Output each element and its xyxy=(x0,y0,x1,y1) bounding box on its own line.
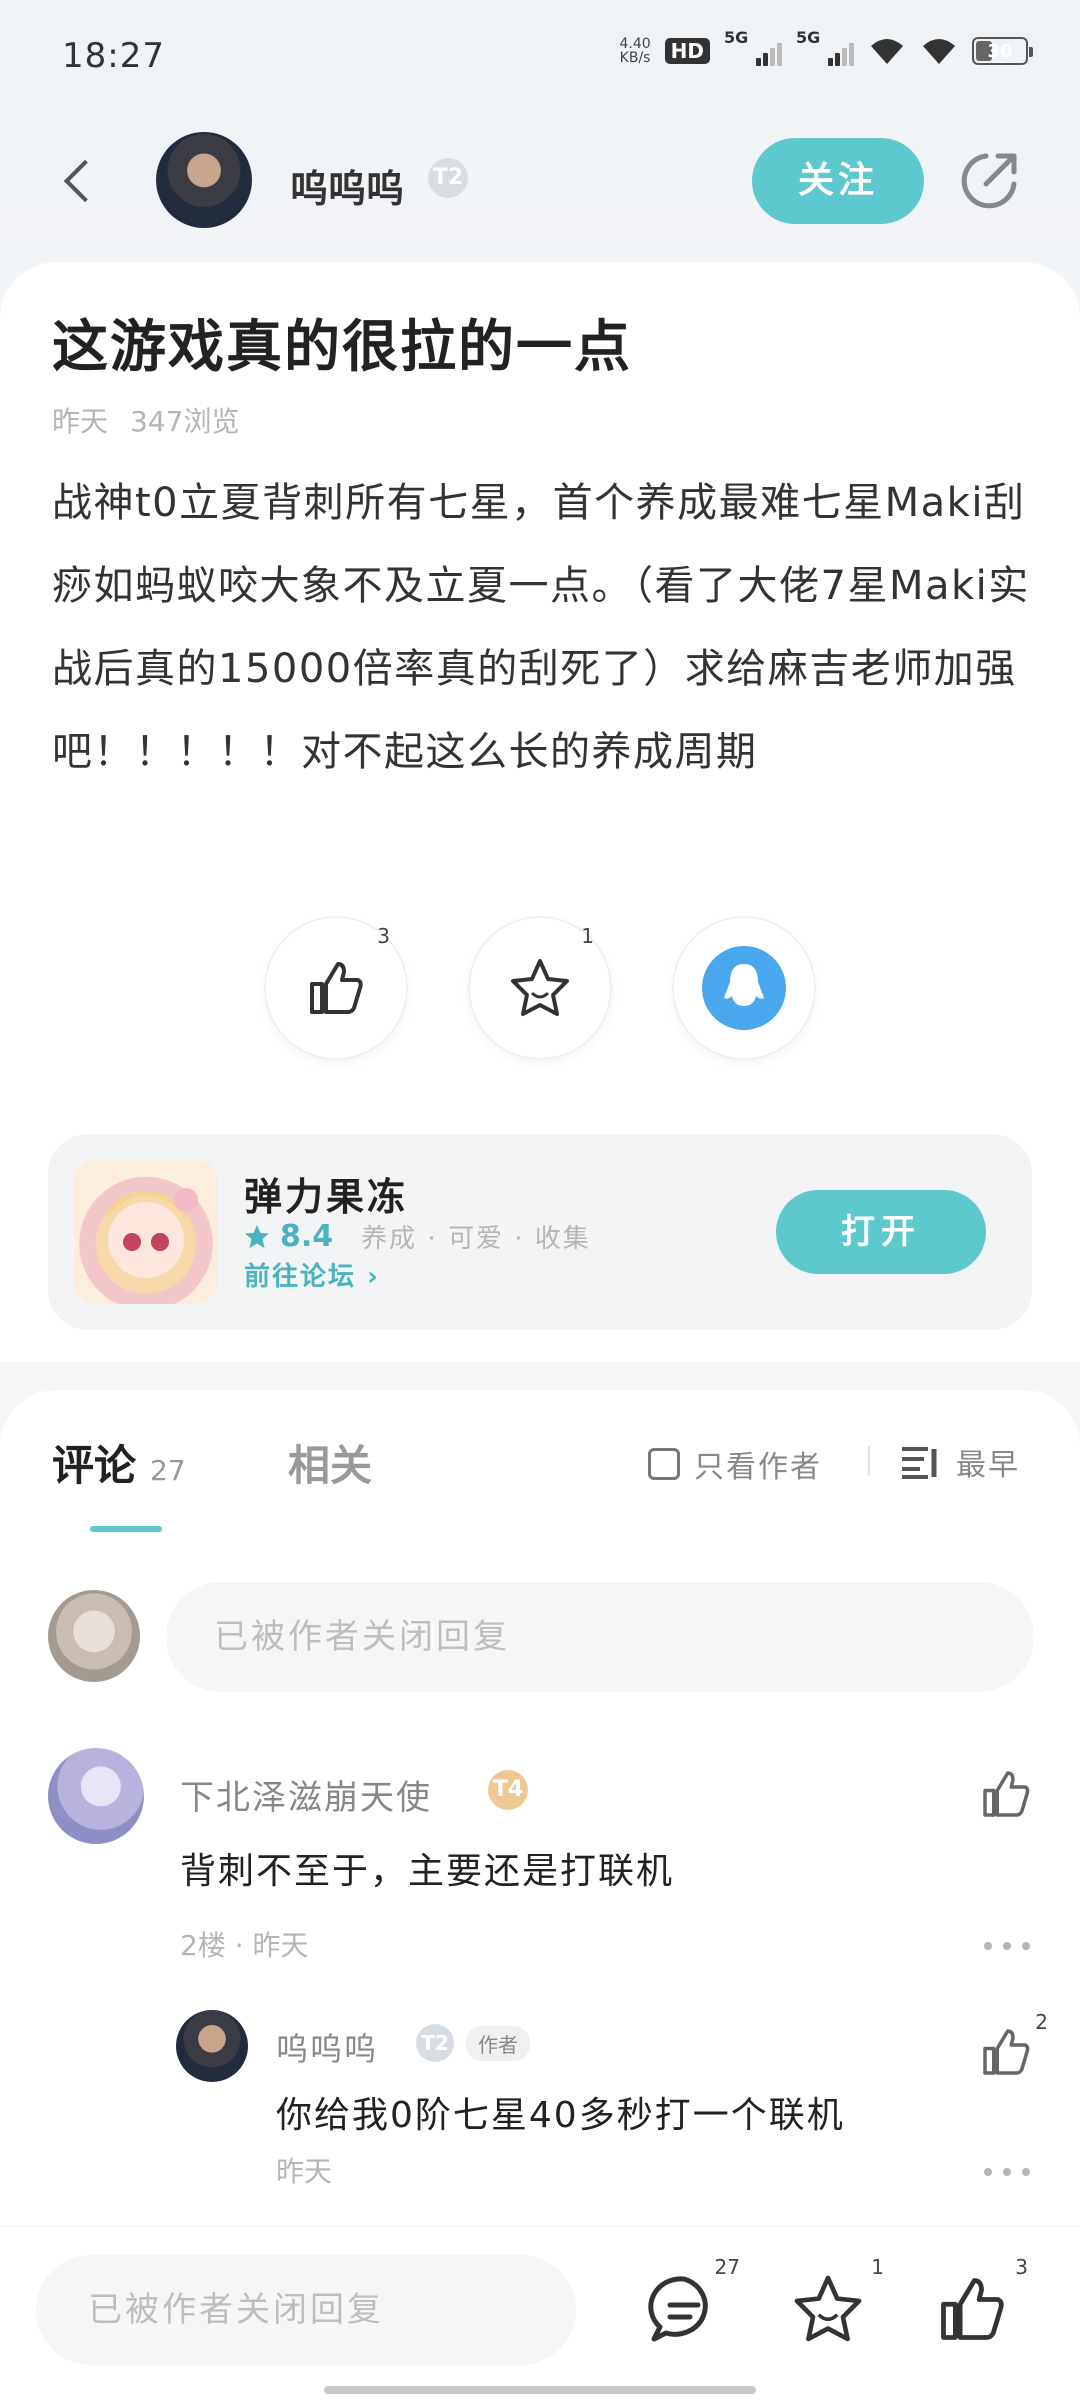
network-speed: 4.40 KB/s xyxy=(619,37,650,65)
signal-icon-sim1: 5G xyxy=(724,28,782,66)
network-speed-unit: KB/s xyxy=(619,50,651,66)
game-tags: 养成 · 可爱 · 收集 xyxy=(361,1224,591,1254)
open-game-button[interactable]: 打开 xyxy=(776,1190,986,1274)
tab-comments[interactable]: 评论 27 xyxy=(52,1432,186,1493)
thumb-up-icon xyxy=(310,962,363,1014)
bottom-bar: 已被作者关闭回复 27 1 3 xyxy=(0,2226,1080,2400)
thumb-up-icon xyxy=(983,2029,1030,2075)
share-qq-button[interactable] xyxy=(674,918,814,1058)
reply-like-count: 2 xyxy=(1035,2010,1048,2034)
bottom-reply-input[interactable]: 已被作者关闭回复 xyxy=(36,2255,576,2365)
commenter-name[interactable]: 下北泽滋崩天使 xyxy=(180,1770,432,1819)
more-options-icon[interactable] xyxy=(984,2162,1030,2182)
hd-icon: HD xyxy=(664,38,710,64)
bottom-fav-count: 1 xyxy=(871,2255,884,2279)
follow-button[interactable]: 关注 xyxy=(752,138,924,224)
divider xyxy=(868,1446,870,1476)
reply-row: 已被作者关闭回复 xyxy=(48,1582,1034,1692)
game-card[interactable]: 弹力果冻 8.4 养成 · 可爱 · 收集 前往论坛 › 打开 xyxy=(48,1134,1032,1330)
sim2-label: 5G xyxy=(796,28,821,47)
comment-bubble-icon xyxy=(648,2276,708,2342)
reply-like-button[interactable]: 2 xyxy=(978,2010,1048,2080)
author-only-label: 只看作者 xyxy=(694,1450,822,1485)
comment-item[interactable]: 下北泽滋崩天使 T4 背刺不至于，主要还是打联机 2楼 · 昨天 xyxy=(48,1748,1034,1998)
reply-author-name[interactable]: 呜呜呜 xyxy=(276,2024,378,2070)
author-tag: 作者 xyxy=(466,2026,530,2061)
status-icons: 4.40 KB/s HD 5G 5G 30 xyxy=(619,28,1033,66)
comments-section: 评论 27 相关 只看作者 最早 已被作者关闭回复 下北泽滋崩天使 T4 背刺不至… xyxy=(0,1390,1080,2230)
post-body: 战神t0立夏背刺所有七星，首个养成最难七星Maki刮痧如蚂蚁咬大象不及立夏一点。… xyxy=(52,480,1030,775)
star-icon xyxy=(794,2275,862,2342)
bottom-like-count: 3 xyxy=(1015,2255,1028,2279)
tab-related[interactable]: 相关 xyxy=(288,1432,372,1493)
status-time: 18:27 xyxy=(62,36,165,76)
battery-level: 30 xyxy=(987,40,1013,62)
reply-meta: 昨天 xyxy=(276,2155,333,2188)
post-time: 昨天 xyxy=(52,405,109,438)
author-only-checkbox[interactable] xyxy=(648,1448,680,1480)
qq-icon xyxy=(702,946,786,1030)
thumb-up-icon xyxy=(983,1771,1030,1817)
rating-star-icon xyxy=(245,1224,269,1248)
my-avatar xyxy=(48,1590,140,1682)
game-score: 8.4 xyxy=(280,1219,334,1254)
post-header: 呜呜呜 T2 关注 xyxy=(0,120,1080,240)
comments-button[interactable]: 27 xyxy=(646,2255,740,2347)
bottom-comment-count: 27 xyxy=(714,2255,740,2279)
game-icon[interactable] xyxy=(74,1160,218,1304)
level-badge: T2 xyxy=(428,158,468,198)
wifi-icon xyxy=(871,39,903,64)
home-indicator[interactable] xyxy=(324,2386,756,2394)
sort-icon xyxy=(902,1447,937,1479)
signal-icon-sim2: 5G xyxy=(796,28,854,66)
sim1-label: 5G xyxy=(724,28,749,47)
game-rating: 8.4 养成 · 可爱 · 收集 xyxy=(244,1218,591,1255)
bottom-like-button[interactable]: 3 xyxy=(934,2255,1028,2347)
status-bar: 18:27 4.40 KB/s HD 5G 5G 30 xyxy=(0,0,1080,110)
back-button[interactable] xyxy=(58,152,108,212)
post-card: 这游戏真的很拉的一点 昨天 347浏览 战神t0立夏背刺所有七星，首个养成最难七星… xyxy=(0,262,1080,1362)
sort-label: 最早 xyxy=(956,1448,1020,1483)
post-title: 这游戏真的很拉的一点 xyxy=(52,315,632,380)
like-count: 3 xyxy=(377,924,390,948)
share-icon[interactable] xyxy=(956,148,1022,214)
author-name[interactable]: 呜呜呜 xyxy=(290,158,404,213)
star-icon xyxy=(511,959,569,1016)
thumb-up-icon xyxy=(941,2278,1004,2340)
reply-avatar[interactable] xyxy=(176,2010,248,2082)
game-name: 弹力果冻 xyxy=(244,1175,409,1219)
chevron-right-icon: › xyxy=(367,1262,380,1292)
author-avatar[interactable] xyxy=(156,132,252,228)
battery-icon: 30 xyxy=(972,37,1033,65)
post-actions: 3 1 xyxy=(0,918,1080,1058)
more-options-icon[interactable] xyxy=(984,1936,1030,1956)
post-views: 347浏览 xyxy=(130,405,240,438)
network-speed-value: 4.40 xyxy=(619,36,651,52)
comment-like-button[interactable] xyxy=(978,1766,1034,1822)
reply-text: 你给我0阶七星40多秒打一个联机 xyxy=(276,2095,845,2136)
comment-count: 27 xyxy=(150,1454,186,1487)
favorite-button[interactable]: 1 xyxy=(470,918,610,1058)
sort-toggle[interactable]: 最早 xyxy=(900,1440,1020,1484)
active-tab-indicator xyxy=(90,1526,162,1532)
wifi-icon-2 xyxy=(923,39,955,64)
post-meta: 昨天 347浏览 xyxy=(52,400,239,440)
level-badge: T4 xyxy=(488,1770,528,1810)
commenter-avatar[interactable] xyxy=(48,1748,144,1844)
forum-link[interactable]: 前往论坛 › xyxy=(244,1256,380,1293)
bottom-favorite-button[interactable]: 1 xyxy=(790,2255,884,2347)
reply-input[interactable]: 已被作者关闭回复 xyxy=(166,1582,1034,1692)
comment-text: 背刺不至于，主要还是打联机 xyxy=(180,1851,675,1892)
comment-meta: 2楼 · 昨天 xyxy=(180,1929,309,1962)
level-badge: T2 xyxy=(416,2024,454,2062)
author-only-toggle[interactable]: 只看作者 xyxy=(648,1442,822,1486)
reply-item[interactable]: 呜呜呜 T2 作者 你给我0阶七星40多秒打一个联机 昨天 2 xyxy=(176,2010,1048,2190)
favorite-count: 1 xyxy=(581,924,594,948)
like-button[interactable]: 3 xyxy=(266,918,406,1058)
tab-comments-label: 评论 xyxy=(52,1441,137,1490)
forum-link-label: 前往论坛 xyxy=(244,1262,357,1292)
